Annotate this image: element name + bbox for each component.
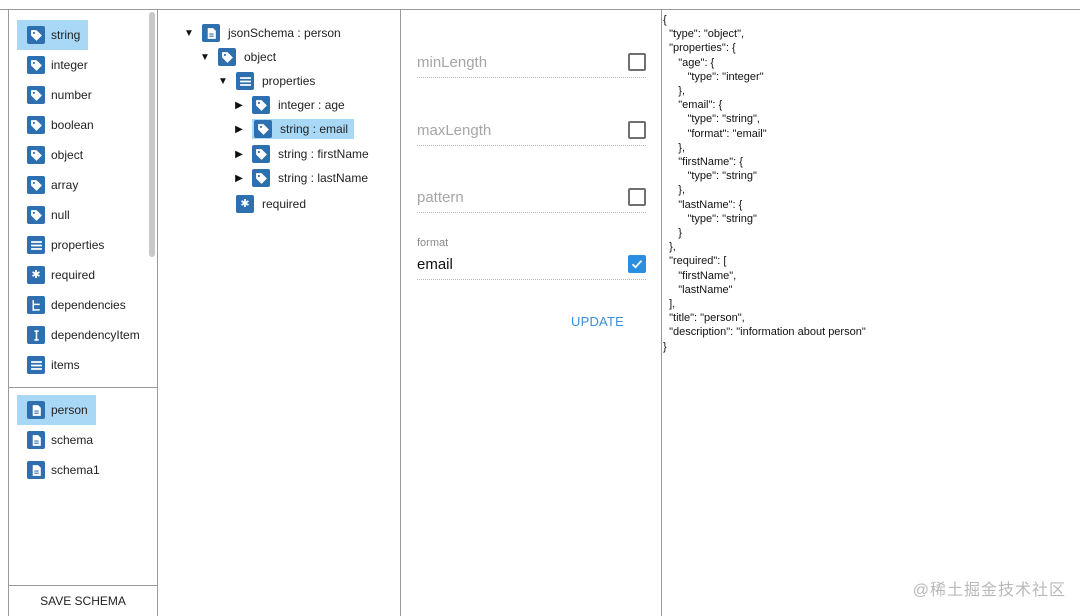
type-item-properties[interactable]: properties [17, 230, 112, 260]
asterisk-icon: ✱ [236, 195, 254, 213]
tree-node-label: string : firstName [278, 147, 369, 161]
list-icon [236, 72, 254, 90]
tag-icon [27, 116, 45, 134]
field-underline [417, 279, 646, 280]
tree-node-firstname[interactable]: ▶ string : firstName [232, 143, 372, 165]
field-underline [417, 145, 646, 146]
expand-right-icon[interactable]: ▶ [232, 149, 246, 160]
save-schema-button[interactable]: SAVE SCHEMA [9, 585, 157, 616]
document-icon [27, 431, 45, 449]
tree-node-selection[interactable]: string : email [252, 119, 355, 139]
tree-icon [27, 296, 45, 314]
document-icon [27, 461, 45, 479]
tree-node-label: string : lastName [278, 171, 369, 185]
list-icon [27, 356, 45, 374]
maxlength-placeholder: maxLength [417, 122, 492, 139]
tag-icon [218, 48, 236, 66]
type-item-dependencies[interactable]: dependencies [17, 290, 134, 320]
tag-icon [27, 206, 45, 224]
tag-icon [252, 145, 270, 163]
tag-icon [27, 56, 45, 74]
type-list[interactable]: string integer number boolean object arr… [9, 10, 157, 387]
type-item-string[interactable]: string [17, 20, 89, 50]
tag-icon [254, 120, 272, 138]
tree-node-label: jsonSchema : person [228, 26, 341, 40]
type-item-integer[interactable]: integer [17, 50, 96, 80]
expand-down-icon[interactable]: ▼ [216, 76, 230, 87]
type-item-required[interactable]: ✱ required [17, 260, 103, 290]
update-button[interactable]: UPDATE [571, 314, 624, 329]
field-underline [417, 77, 646, 78]
sidebar: string integer number boolean object arr… [8, 10, 158, 616]
pattern-placeholder: pattern [417, 189, 464, 206]
tree-node-label: required [262, 197, 307, 211]
tree-node-label: integer : age [278, 98, 345, 112]
bracket-icon [27, 326, 45, 344]
type-item-object[interactable]: object [17, 140, 91, 170]
field-underline [417, 212, 646, 213]
type-item-number[interactable]: number [17, 80, 100, 110]
checkmark-icon [631, 260, 643, 269]
expand-down-icon[interactable]: ▼ [182, 28, 196, 39]
type-item-items[interactable]: items [17, 350, 88, 380]
maxlength-field[interactable]: maxLength [417, 116, 646, 146]
json-text: { "type": "object", "properties": { "age… [663, 14, 866, 353]
tree-node-lastname[interactable]: ▶ string : lastName [232, 167, 371, 189]
maxlength-checkbox[interactable] [628, 121, 646, 139]
type-list-scrollbar[interactable] [149, 12, 155, 257]
type-item-null[interactable]: null [17, 200, 78, 230]
format-checkbox[interactable] [628, 255, 646, 273]
schema-item-person[interactable]: person [17, 395, 96, 425]
tree-node-object[interactable]: ▼ object [198, 46, 279, 68]
tree-node-label: properties [262, 74, 316, 88]
expand-right-icon[interactable]: ▶ [232, 100, 246, 111]
pattern-field[interactable]: pattern [417, 183, 646, 213]
sidebar-divider [9, 387, 157, 388]
document-icon [27, 401, 45, 419]
expand-right-icon[interactable]: ▶ [232, 173, 246, 184]
tag-icon [252, 96, 270, 114]
tree-node-root[interactable]: ▼ jsonSchema : person [182, 22, 344, 44]
pattern-checkbox[interactable] [628, 188, 646, 206]
tag-icon [27, 86, 45, 104]
format-value[interactable]: email [417, 256, 453, 273]
tree-node-age[interactable]: ▶ integer : age [232, 94, 348, 116]
tree-node-label: string : email [280, 122, 349, 136]
list-icon [27, 236, 45, 254]
json-preview: { "type": "object", "properties": { "age… [663, 13, 1078, 613]
schema-tree: ▼ jsonSchema : person ▼ object ▼ propert… [158, 10, 401, 616]
tag-icon [252, 169, 270, 187]
watermark: @稀土掘金技术社区 [912, 582, 1066, 599]
tree-node-properties[interactable]: ▼ properties [216, 70, 318, 92]
schema-editor-app: string integer number boolean object arr… [0, 0, 1080, 616]
type-item-array[interactable]: array [17, 170, 86, 200]
tag-icon [27, 26, 45, 44]
expand-down-icon[interactable]: ▼ [198, 52, 212, 63]
format-field[interactable]: format email [417, 235, 646, 280]
expand-right-icon[interactable]: ▶ [232, 124, 246, 135]
tree-node-label: object [244, 50, 277, 64]
property-editor: minLength maxLength pattern format email… [401, 10, 662, 616]
minlength-field[interactable]: minLength [417, 48, 646, 78]
schema-item-schema1[interactable]: schema1 [17, 455, 108, 485]
type-item-boolean[interactable]: boolean [17, 110, 102, 140]
minlength-checkbox[interactable] [628, 53, 646, 71]
minlength-placeholder: minLength [417, 54, 488, 71]
schema-item-schema[interactable]: schema [17, 425, 101, 455]
tag-icon [27, 176, 45, 194]
tree-node-required[interactable]: ▶ ✱ required [216, 193, 309, 215]
tag-icon [27, 146, 45, 164]
asterisk-icon: ✱ [27, 266, 45, 284]
tree-node-email[interactable]: ▶ string : email [232, 118, 355, 140]
type-item-dependencyitem[interactable]: dependencyItem [17, 320, 148, 350]
format-label: format [417, 237, 449, 249]
document-icon [202, 24, 220, 42]
